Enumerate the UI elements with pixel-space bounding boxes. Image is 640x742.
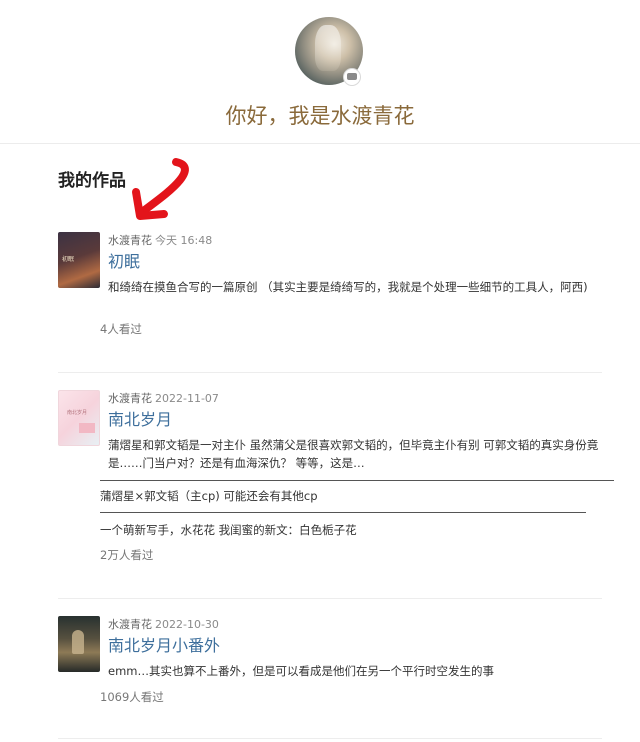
work-author[interactable]: 水渡青花	[108, 392, 152, 405]
work-author[interactable]: 水渡青花	[108, 618, 152, 631]
section-title: 我的作品	[58, 171, 126, 191]
work-views: 4人看过	[100, 322, 142, 336]
work-cover[interactable]	[58, 616, 100, 672]
cover-title: 初眠	[62, 256, 75, 263]
work-time: 2022-11-07	[155, 392, 219, 405]
profile-header: 你好，我是水渡青花	[0, 0, 640, 144]
divider	[58, 372, 602, 373]
work-item[interactable]: 初眠 水渡青花 今天 16:48 初眠 和绮绮在摸鱼合写的一篇原创 （其实主要是绮…	[58, 232, 602, 342]
cover-title: 南北岁月	[67, 410, 88, 416]
divider	[58, 598, 602, 599]
work-title[interactable]: 初眠	[108, 252, 140, 272]
work-description: 蒲熠星和郭文韬是一对主仆 虽然蒲父是很喜欢郭文韬的，但毕竟主仆有别 可郭文韬的真…	[108, 438, 599, 470]
divider-line	[100, 480, 614, 481]
divider	[58, 738, 602, 739]
badge-icon	[343, 68, 361, 86]
work-description: emm…其实也算不上番外，但是可以看成是他们在另一个平行时空发生的事	[108, 664, 494, 678]
work-title[interactable]: 南北岁月	[108, 410, 172, 430]
work-cover[interactable]: 初眠	[58, 232, 100, 288]
work-title[interactable]: 南北岁月小番外	[108, 636, 220, 656]
work-time: 2022-10-30	[155, 618, 219, 631]
work-time: 今天 16:48	[155, 234, 213, 247]
work-views: 2万人看过	[100, 548, 154, 562]
work-views: 1069人看过	[100, 690, 164, 704]
work-extra-cp: 蒲熠星×郭文韬（主cp) 可能还会有其他cp	[100, 489, 318, 503]
profile-greeting: 你好，我是水渡青花	[225, 104, 415, 128]
work-item[interactable]: 南北岁月 水渡青花 2022-11-07 南北岁月 蒲熠星和郭文韬是一对主仆 虽然…	[58, 390, 614, 570]
work-extra-note: 一个萌新写手，水花花 我闺蜜的新文：白色栀子花	[100, 523, 357, 537]
work-author[interactable]: 水渡青花	[108, 234, 152, 247]
work-meta: 水渡青花 2022-11-07	[108, 392, 219, 406]
work-meta: 水渡青花 今天 16:48	[108, 234, 212, 248]
divider-line	[100, 512, 586, 513]
work-meta: 水渡青花 2022-10-30	[108, 618, 219, 632]
red-arrow-annotation	[132, 158, 189, 220]
work-cover[interactable]: 南北岁月	[58, 390, 100, 446]
work-description: 和绮绮在摸鱼合写的一篇原创 （其实主要是绮绮写的，我就是个处理一些细节的工具人，…	[108, 280, 588, 294]
work-item[interactable]: 水渡青花 2022-10-30 南北岁月小番外 emm…其实也算不上番外，但是可以…	[58, 616, 602, 716]
